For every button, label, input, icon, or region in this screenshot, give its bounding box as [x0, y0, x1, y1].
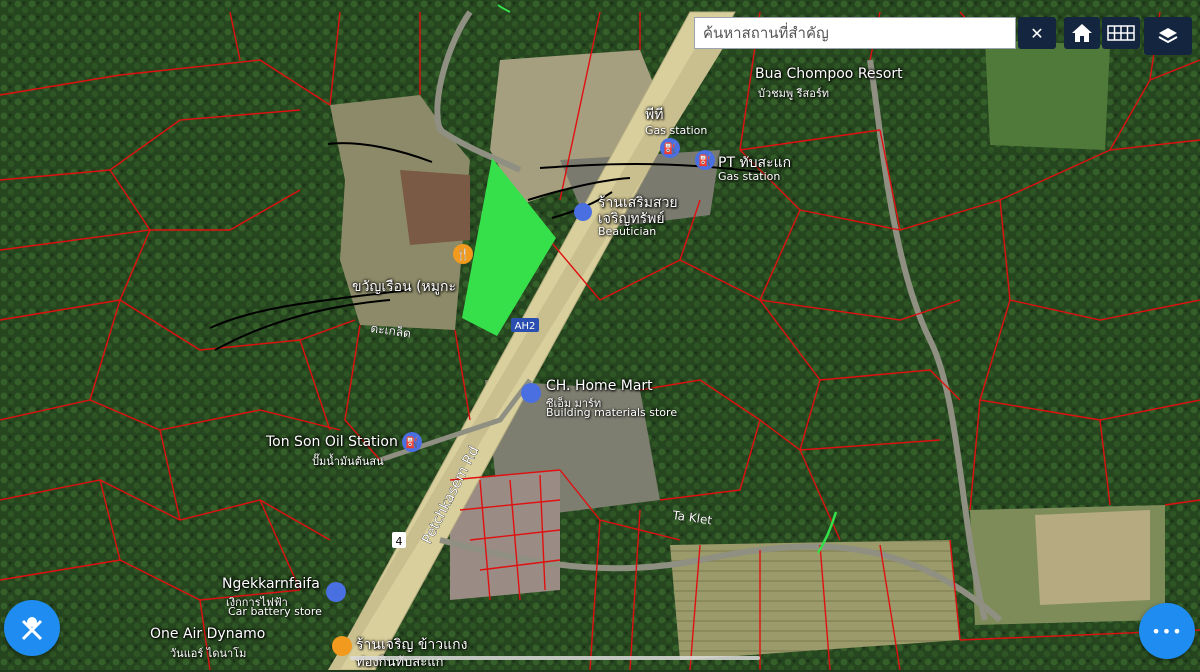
- ch-home-mart-type: Building materials store: [546, 406, 678, 419]
- search-box: [694, 17, 1016, 49]
- store-pin[interactable]: [326, 582, 346, 602]
- grid-button[interactable]: [1102, 17, 1140, 49]
- ngekkarnfaifa-type: Car battery store: [228, 605, 322, 618]
- khwanruean-label: ขวัญเรือน (หมูกะ: [352, 279, 457, 295]
- ch-home-mart-label: CH. Home Mart: [546, 378, 653, 394]
- svg-text:⛽: ⛽: [405, 436, 419, 449]
- store-pin[interactable]: [521, 383, 541, 403]
- clear-search-button[interactable]: ✕: [1018, 17, 1056, 49]
- horizontal-scrollbar[interactable]: [350, 656, 760, 660]
- one-air-dynamo-label: One Air Dynamo: [150, 626, 266, 642]
- svg-text:🍴: 🍴: [456, 248, 470, 261]
- more-options-button[interactable]: •••: [1139, 603, 1195, 659]
- one-air-dynamo-sublabel: วันแอร์ ไดนาโม: [170, 647, 247, 660]
- pt-gas-sublabel: Gas station: [645, 124, 708, 137]
- home-icon: [1072, 24, 1092, 42]
- restaurant-pin[interactable]: 🍴: [453, 244, 473, 264]
- ah2-label: AH2: [515, 321, 536, 332]
- grid-icon: [1107, 25, 1135, 41]
- ton-son-oil-sublabel: ปั๊มน้ำมันต้นสน: [312, 455, 384, 468]
- svg-text:⛽: ⛽: [698, 154, 712, 167]
- home-button[interactable]: [1064, 17, 1100, 49]
- svg-text:⛽: ⛽: [663, 142, 677, 155]
- left-action-button[interactable]: [4, 600, 60, 656]
- pt-gas-label: พีที: [645, 107, 664, 123]
- restaurant-pin[interactable]: [332, 636, 352, 656]
- tools-icon: [21, 617, 43, 641]
- rice-shop-label-2: ท่องกินทับสะแก: [356, 655, 444, 670]
- layers-icon: [1158, 28, 1178, 44]
- bua-chompoo-resort-label: Bua Chompoo Resort: [755, 66, 903, 82]
- bua-chompoo-resort-sublabel: บัวชมพู รีสอร์ท: [758, 87, 830, 100]
- beautician-pin[interactable]: [574, 203, 592, 221]
- satellite-map[interactable]: ⛽ ⛽ 🍴 ⛽ AH2 4 Petchkasem Rd Ta Klet ตะเก…: [0, 0, 1200, 670]
- route-label: 4: [396, 535, 403, 548]
- gas-station-pin[interactable]: ⛽: [660, 138, 680, 158]
- search-input[interactable]: [695, 18, 1015, 48]
- layers-button[interactable]: [1144, 17, 1192, 55]
- pt-thapsakae-sublabel: Gas station: [718, 170, 781, 183]
- beautician-sublabel: Beautician: [598, 225, 657, 238]
- gas-station-pin[interactable]: ⛽: [695, 150, 715, 170]
- gas-station-pin[interactable]: ⛽: [402, 432, 422, 452]
- grass-field: [985, 40, 1110, 150]
- close-icon: ✕: [1030, 23, 1044, 43]
- more-icon: •••: [1151, 621, 1183, 641]
- ton-son-oil-label: Ton Son Oil Station: [266, 434, 398, 450]
- building-area: [400, 170, 470, 245]
- bare-field: [1035, 510, 1150, 605]
- ngekkarnfaifa-label: Ngekkarnfaifa: [222, 576, 320, 592]
